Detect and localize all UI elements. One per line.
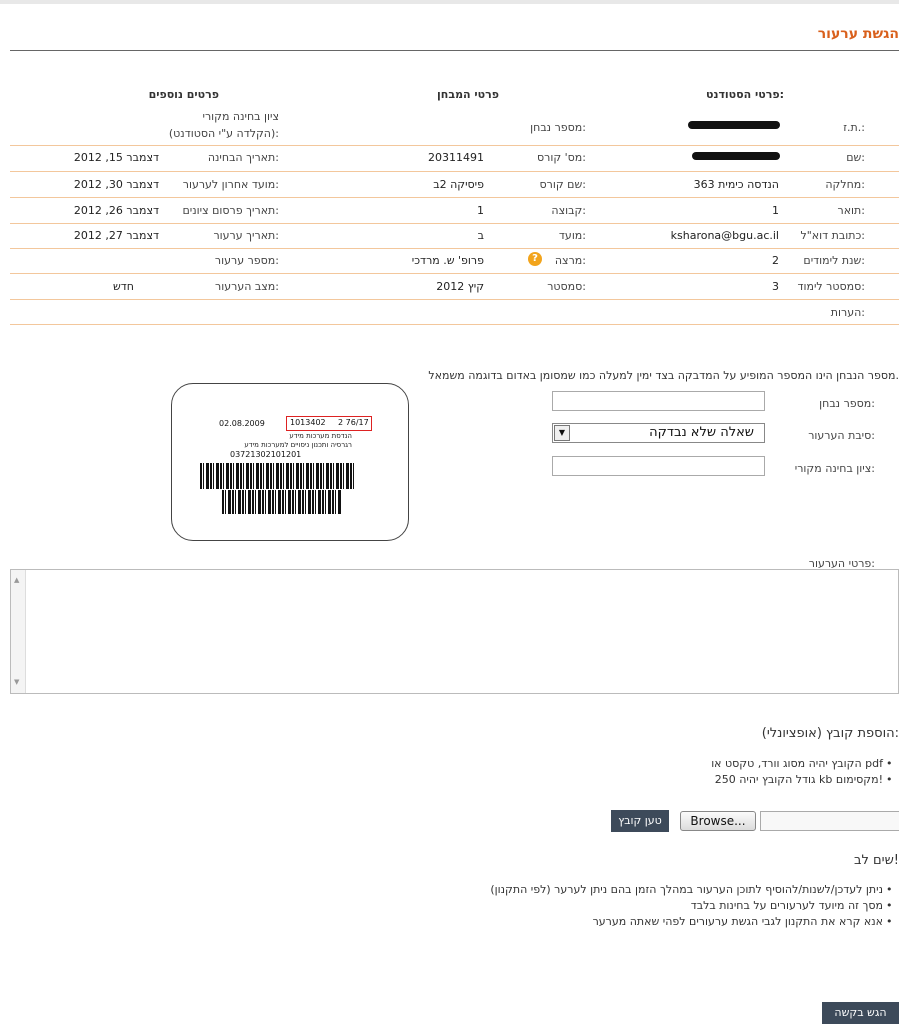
sticker-barcode-upper <box>200 463 356 489</box>
student-id-redacted <box>688 121 780 129</box>
appeal-status-value: חדש <box>113 280 134 293</box>
exam-semester-value: קיץ 2012 <box>436 280 484 293</box>
file-upload-title: הוספת קובץ (אופציונלי): <box>761 726 899 741</box>
original-grade-label-note: (הקלדה ע"י הסטודנט): <box>168 127 279 140</box>
semester-of-study-value: 3 <box>772 280 779 293</box>
sticker-line-2: רגרסיה ותכנון ניסויים למערכות מידע <box>244 441 352 449</box>
email-label: כתובת דוא"ל: <box>800 229 865 242</box>
exam-number-info-label: מספר נבחן: <box>530 121 586 134</box>
appeal-date-value: דצמבר 27, 2012 <box>73 229 159 242</box>
bullet-dot: • <box>886 899 893 912</box>
exam-date-value: דצמבר 15, 2012 <box>73 151 159 164</box>
sticker-date: 02.08.2009 <box>219 419 265 428</box>
exam-number-input[interactable] <box>552 391 765 411</box>
student-name-redacted <box>692 152 780 160</box>
section-extra-details: פרטים נוספים <box>148 88 219 101</box>
sticker-exam-number: 1013402 <box>290 418 326 427</box>
top-strip <box>0 0 899 4</box>
deadline-label: מועד אחרון לערעור: <box>182 178 279 191</box>
course-number-value: 20311491 <box>428 151 484 164</box>
student-id-label: ת.ז.: <box>843 121 865 134</box>
sticker-barcode-lower <box>222 490 342 514</box>
email-value: ksharona@bgu.ac.il <box>670 229 779 242</box>
lecturer-value: פרופ' ש. מרדכי <box>411 254 484 267</box>
row-divider <box>10 248 899 249</box>
row-divider <box>10 324 899 325</box>
appeal-details-textarea[interactable]: ▲ ▼ <box>10 569 899 694</box>
semester-of-study-label: סמסטר לימוד: <box>797 280 866 293</box>
course-number-label: מס' קורס: <box>537 151 586 164</box>
exam-date-label: תאריך הבחינה: <box>207 151 279 164</box>
degree-label: תואר: <box>837 204 865 217</box>
deadline-value: דצמבר 30, 2012 <box>73 178 159 191</box>
file-path-field[interactable] <box>760 811 899 831</box>
original-grade-label: ציון בחינה מקורי <box>202 110 279 123</box>
row-divider <box>10 145 899 146</box>
browse-button[interactable]: Browse... <box>680 811 756 831</box>
notes-label: הערות: <box>830 306 865 319</box>
appeal-reason-selected: שאלה שלא נבדקה <box>649 425 754 440</box>
section-student-details: פרטי הסטודנט: <box>705 88 784 101</box>
page-title: הגשת ערעור <box>817 26 899 42</box>
department-label: מחלקה: <box>825 178 865 191</box>
sticker-line-1: הנדסת מערכות מידע <box>289 432 352 440</box>
moed-value: ב <box>477 229 484 242</box>
group-value: 1 <box>477 204 484 217</box>
title-divider <box>10 50 899 51</box>
appeal-number-label: מספר ערעור: <box>214 254 279 267</box>
chevron-down-icon[interactable]: ▼ <box>554 425 570 441</box>
sticker-code: 2 76/17 <box>338 418 369 427</box>
grades-published-label: תאריך פרסום ציונים: <box>182 204 279 217</box>
notice-item-read-rules: אנא קרא את התקנון לגבי הגשת ערעורים לפהי… <box>592 915 883 928</box>
bullet-dot: • <box>886 757 893 770</box>
help-icon[interactable]: ? <box>528 252 542 266</box>
bullet-dot: • <box>886 773 893 786</box>
course-name-label: שם קורס: <box>539 178 586 191</box>
row-divider <box>10 273 899 274</box>
student-name-label: שם: <box>846 151 865 164</box>
exam-sticker-example: 02.08.2009 1013402 2 76/17 הנדסת מערכות … <box>171 383 409 541</box>
bullet-dot: • <box>886 883 893 896</box>
upload-file-button[interactable]: טען קובץ <box>611 810 669 832</box>
appeal-reason-select[interactable]: ▼ שאלה שלא נבדקה <box>552 423 765 443</box>
row-divider <box>10 223 899 224</box>
study-year-value: 2 <box>772 254 779 267</box>
exam-number-instruction: מספר הנבחן הינו המספר המופיע על המדבקה ב… <box>428 369 899 382</box>
original-grade-input-label: ציון בחינה מקורי: <box>794 462 875 475</box>
appeal-status-label: מצב הערעור: <box>215 280 279 293</box>
course-name-value: פיסיקה 2ב <box>433 178 484 191</box>
upload-rule-file-type: הקובץ יהיה מסוג וורד, טקסט או pdf <box>711 757 883 770</box>
original-grade-input[interactable] <box>552 456 765 476</box>
notice-item-edit-period: ניתן לעדכן/לשנות/להוסיף לתוכן הערעור במה… <box>490 883 883 896</box>
exam-semester-label: סמסטר: <box>547 280 586 293</box>
exam-number-label: מספר נבחן: <box>819 397 875 410</box>
group-label: קבוצה: <box>551 204 586 217</box>
moed-label: מועד: <box>558 229 586 242</box>
sticker-barcode-number: 03721302101201 <box>230 450 302 459</box>
grades-published-value: דצמבר 26, 2012 <box>73 204 159 217</box>
textarea-scrollbar[interactable]: ▲ ▼ <box>11 570 26 693</box>
study-year-label: שנת לימודים: <box>803 254 865 267</box>
section-exam-details: פרטי המבחן <box>437 88 499 101</box>
row-divider <box>10 171 899 172</box>
upload-rule-file-size: גודל הקובץ יהיה 250 kb מקסימום! <box>714 773 883 786</box>
scroll-down-icon[interactable]: ▼ <box>14 678 19 686</box>
notice-item-exams-only: מסך זה מיועד לערעורים על בחינות בלבד <box>690 899 883 912</box>
row-divider <box>10 197 899 198</box>
notice-title: שים לב! <box>854 853 899 868</box>
lecturer-label: מרצה: <box>554 254 586 267</box>
appeal-date-label: תאריך ערעור: <box>213 229 279 242</box>
appeal-reason-label: סיבת הערעור: <box>808 429 875 442</box>
scroll-up-icon[interactable]: ▲ <box>14 576 19 584</box>
degree-value: 1 <box>772 204 779 217</box>
row-divider <box>10 299 899 300</box>
department-value: 363 הנדסה כימית <box>693 178 779 191</box>
submit-request-button[interactable]: הגש בקשה <box>822 1002 899 1024</box>
bullet-dot: • <box>886 915 893 928</box>
